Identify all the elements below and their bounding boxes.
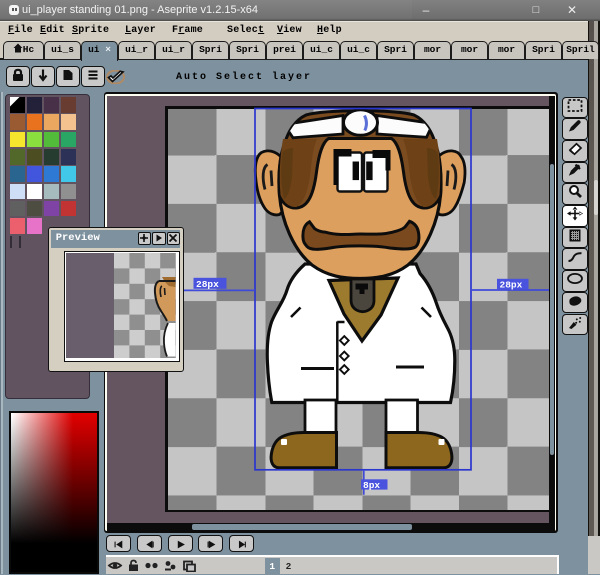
svg-text:28px: 28px <box>196 279 219 290</box>
svg-text:8px: 8px <box>363 480 380 491</box>
svg-text:28px: 28px <box>500 280 523 291</box>
